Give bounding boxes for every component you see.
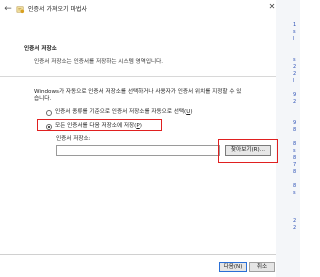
info-text-line1: Windows가 자동으로 인증서 저장소를 선택하거나 사용자가 인증서 위치… — [34, 89, 242, 95]
footer-divider — [0, 254, 276, 255]
certificate-store-field[interactable] — [56, 145, 220, 156]
radio-auto-select-store-label[interactable]: 인증서 종류를 기준으로 인증서 저장소를 자동으로 선택(U) — [55, 109, 193, 116]
background-window-marks: 1 s l s 2 2 l 9 2 9 8 8 s 8 7 8 8 s 2 2 — [293, 22, 297, 231]
section-title: 인증서 저장소 — [24, 46, 57, 52]
window-title: 인증서 가져오기 마법사 — [28, 6, 88, 13]
section-description: 인증서 저장소는 인증서를 저장하는 시스템 영역입니다. — [34, 59, 164, 65]
back-arrow-icon[interactable]: ← — [3, 4, 13, 14]
cancel-button[interactable]: 취소 — [249, 262, 275, 272]
certificate-wizard-icon — [16, 6, 25, 14]
radio-auto-select-store[interactable] — [46, 110, 52, 116]
background-window-edge — [276, 0, 300, 277]
header-divider — [0, 76, 276, 77]
highlight-box-browse — [218, 139, 278, 163]
info-text-line2: 습니다. — [34, 96, 52, 102]
highlight-box-radio — [37, 119, 162, 131]
close-icon[interactable]: ✕ — [268, 3, 276, 11]
next-button[interactable]: 다음(N) — [219, 262, 247, 272]
certificate-store-label: 인증서 저장소: — [56, 136, 91, 142]
